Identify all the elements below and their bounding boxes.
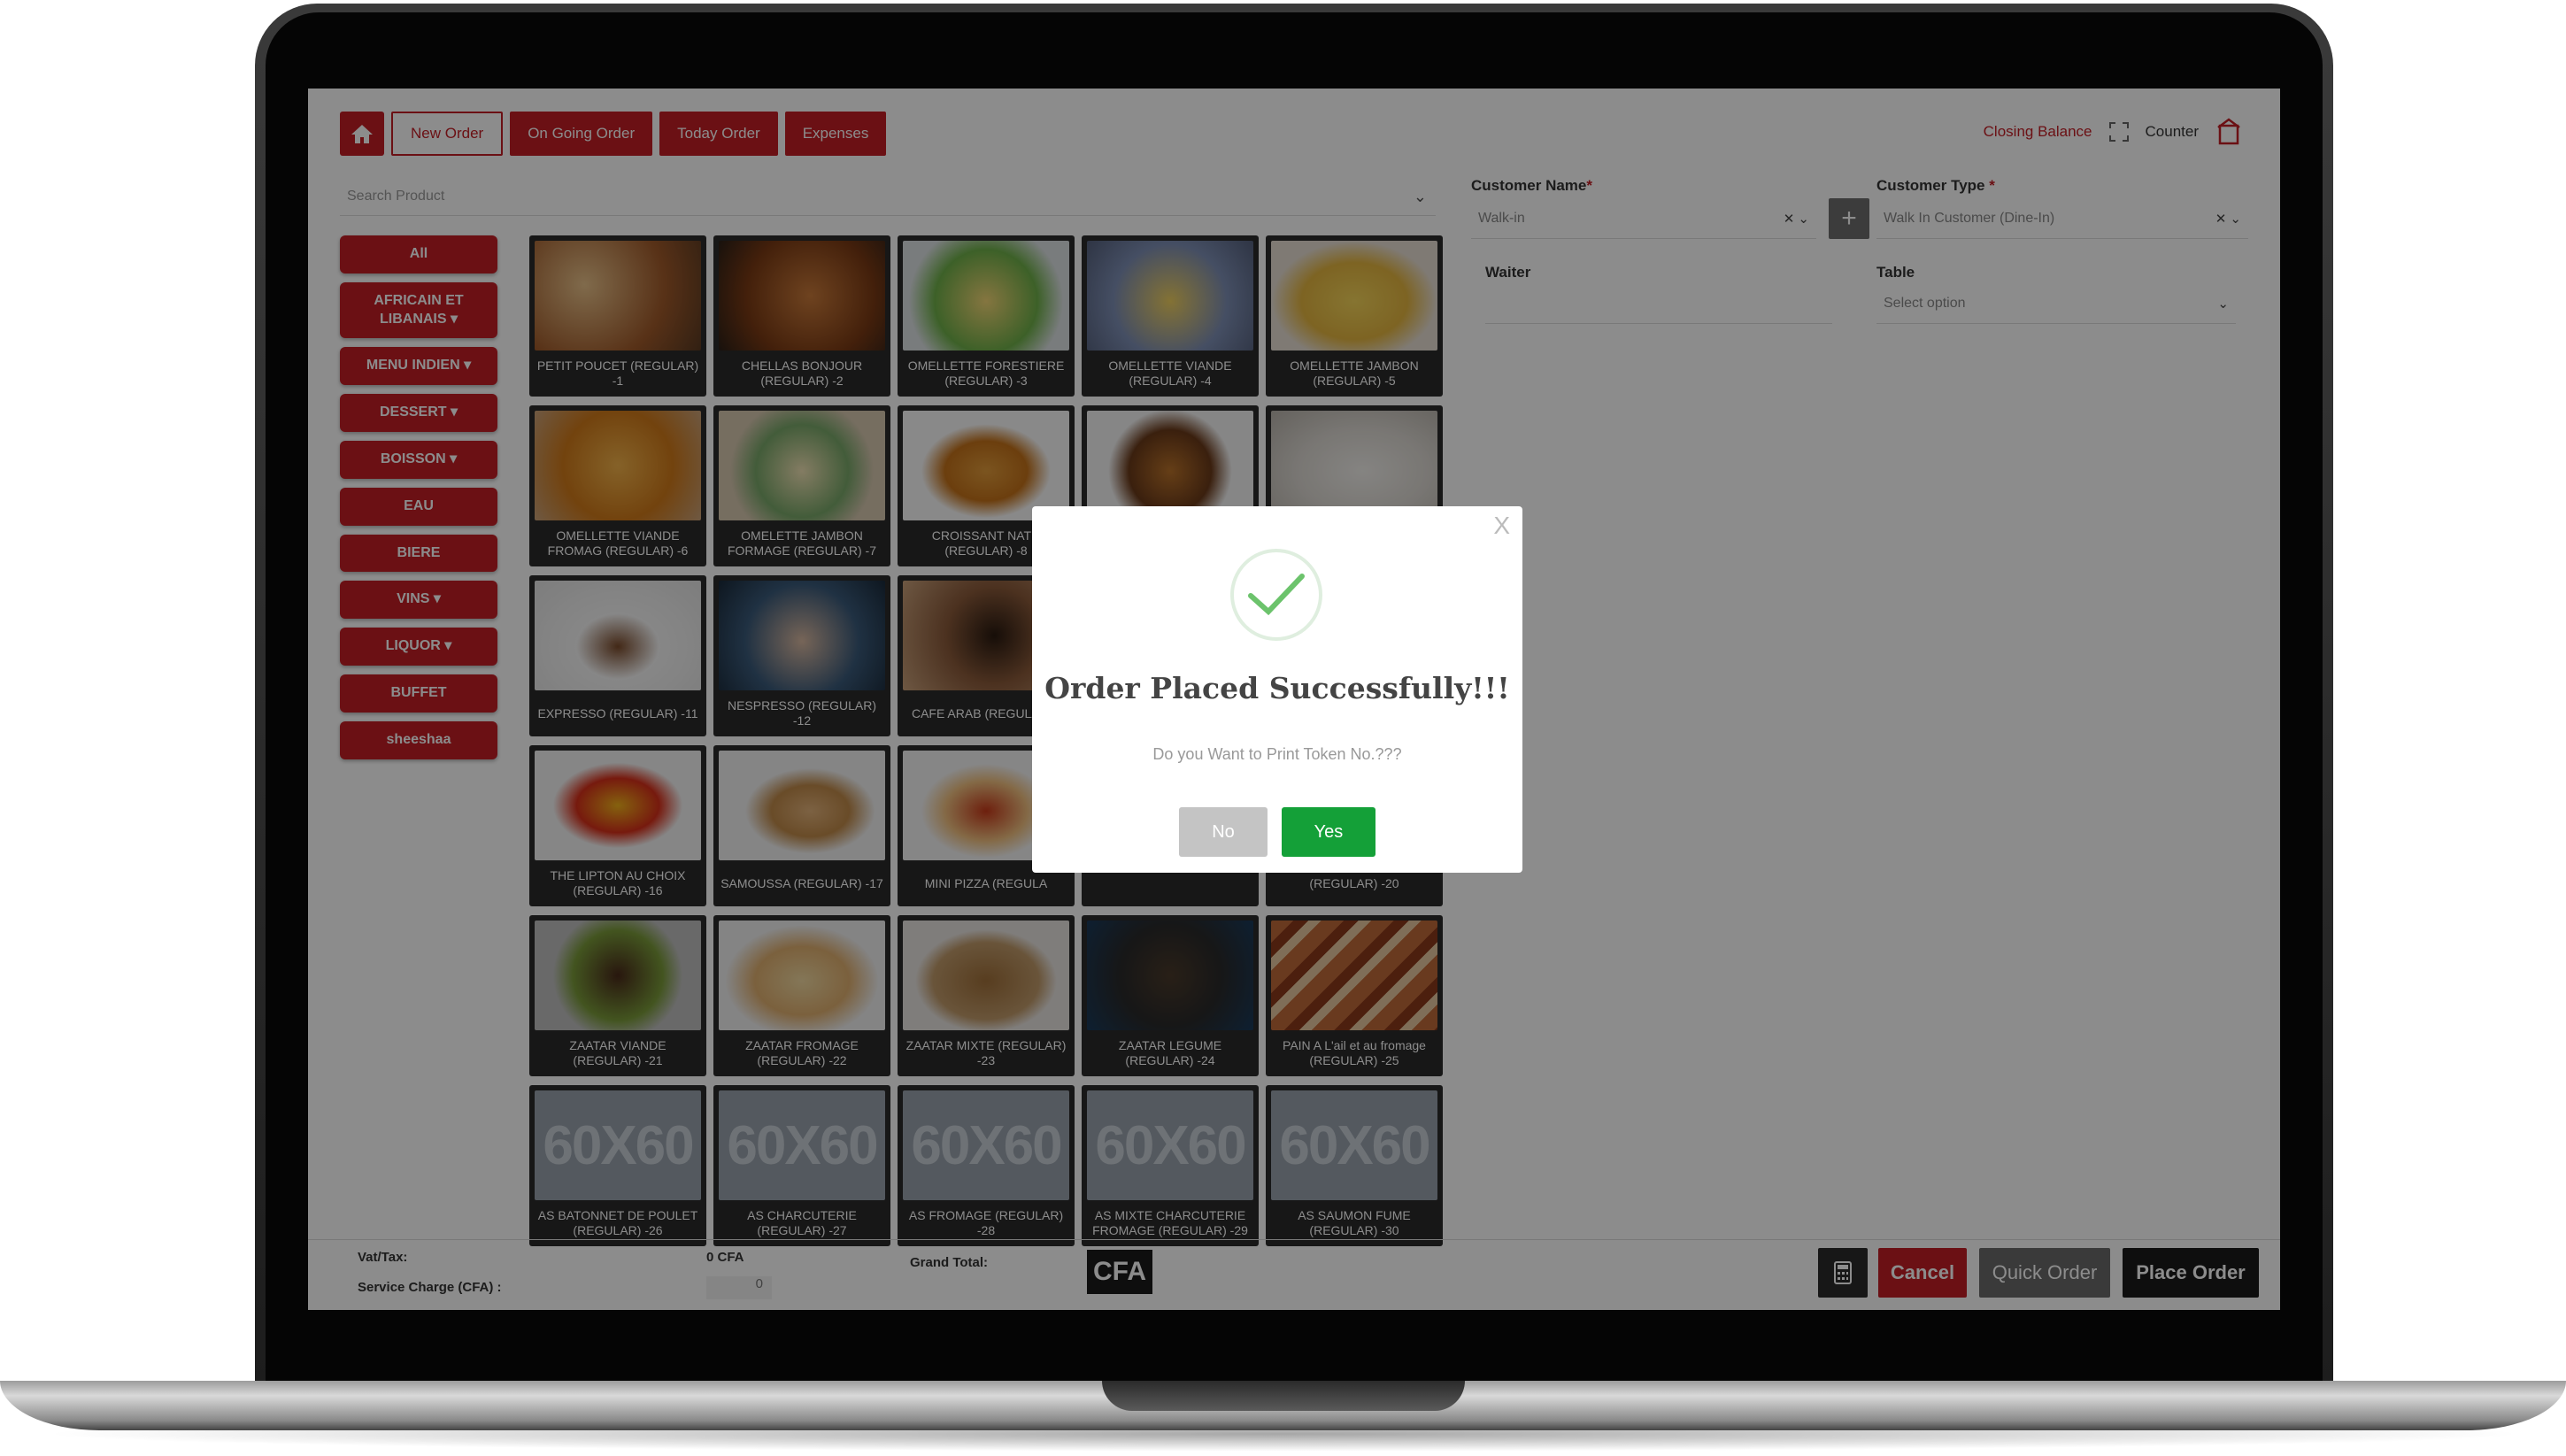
- close-icon[interactable]: X: [1493, 512, 1510, 540]
- pos-screen: New Order On Going Order Today Order Exp…: [308, 89, 2280, 1310]
- order-success-dialog: X Order Placed Successfully!!! Do you Wa…: [1032, 506, 1522, 873]
- laptop-mockup: New Order On Going Order Today Order Exp…: [0, 0, 2566, 1456]
- laptop-notch: [1102, 1381, 1465, 1411]
- dialog-message: Do you Want to Print Token No.???: [1152, 745, 1402, 763]
- dialog-title: Order Placed Successfully!!!: [1044, 671, 1510, 705]
- no-button[interactable]: No: [1179, 807, 1268, 857]
- yes-button[interactable]: Yes: [1282, 807, 1375, 857]
- success-check-icon: [1230, 549, 1322, 641]
